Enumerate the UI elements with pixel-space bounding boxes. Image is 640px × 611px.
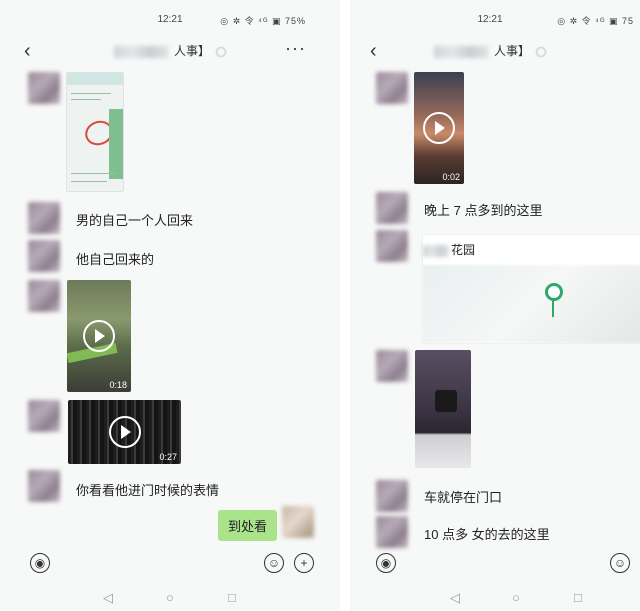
chat-title: 人事】 — [350, 42, 640, 59]
avatar[interactable] — [376, 516, 408, 548]
video-message[interactable]: 0:18 — [67, 280, 131, 392]
left-phone-screen: 12:21 ◎ ✲ 令 ⁴ᴳ ▣ 75% ‹ 人事】 ··· 男的自己一个人回来… — [0, 0, 340, 611]
more-options-button[interactable]: ··· — [285, 38, 306, 58]
message-text[interactable]: 车就停在门口 — [424, 487, 502, 506]
avatar[interactable] — [28, 240, 60, 272]
emoji-icon[interactable]: ☺ — [264, 553, 284, 573]
media-message[interactable] — [415, 350, 471, 468]
voice-input-icon[interactable]: ◉ — [30, 553, 50, 573]
location-map — [423, 265, 640, 343]
blurred-group-name — [433, 45, 488, 58]
video-message[interactable]: 0:27 — [68, 400, 181, 464]
video-duration: 0:02 — [442, 172, 460, 182]
input-bar: ◉ ☺ — [350, 553, 640, 583]
chat-header: ‹ 人事】 ··· — [0, 38, 340, 66]
map-green-area — [109, 109, 123, 179]
nav-home-icon[interactable]: ○ — [512, 590, 520, 605]
system-navbar: ◁ ○ □ — [0, 590, 340, 610]
nav-back-icon[interactable]: ◁ — [450, 590, 460, 606]
status-bar: 12:21 ◎ ✲ 令 ⁴ᴳ ▣ 75% — [0, 14, 340, 30]
video-duration: 0:27 — [159, 452, 177, 462]
avatar[interactable] — [376, 230, 408, 262]
mute-icon — [216, 46, 226, 57]
map-topbar — [67, 73, 123, 85]
avatar[interactable] — [28, 202, 60, 234]
location-message[interactable]: 花园 — [422, 234, 640, 344]
status-icons: ◎ ✲ 令 ⁴ᴳ ▣ 75% — [220, 16, 306, 26]
play-icon[interactable] — [108, 416, 141, 448]
input-bar: ◉ ☺ + — [0, 553, 340, 583]
nav-back-icon[interactable]: ◁ — [103, 590, 113, 606]
avatar[interactable] — [28, 72, 60, 104]
voice-input-icon[interactable]: ◉ — [376, 553, 396, 573]
avatar[interactable] — [376, 192, 408, 224]
map-line — [71, 181, 107, 182]
play-icon[interactable] — [83, 320, 115, 352]
status-bar: 12:21 ◎ ✲ 令 ⁴ᴳ ▣ 75 — [350, 14, 640, 30]
message-text[interactable]: 晚上 7 点多到的这里 — [424, 200, 542, 219]
video-duration: 0:18 — [109, 380, 127, 390]
blurred-group-name — [113, 45, 168, 58]
map-line — [71, 173, 115, 174]
message-text[interactable]: 10 点多 女的去的这里 — [424, 524, 550, 543]
add-icon[interactable]: + — [294, 553, 314, 573]
map-screenshot-image[interactable] — [66, 72, 124, 192]
message-text[interactable]: 他自己回来的 — [76, 249, 154, 268]
chat-title-suffix: 人事】 — [493, 44, 530, 58]
screenshot-divider — [340, 0, 350, 611]
map-line — [71, 93, 111, 94]
play-icon[interactable] — [423, 112, 455, 144]
blurred-location-prefix — [423, 244, 449, 257]
avatar[interactable] — [28, 470, 60, 502]
mute-icon — [536, 46, 546, 57]
location-name-suffix: 花园 — [451, 243, 476, 257]
nav-home-icon[interactable]: ○ — [166, 590, 174, 605]
chat-title-suffix: 人事】 — [173, 44, 210, 58]
avatar[interactable] — [28, 280, 60, 312]
message-text[interactable]: 男的自己一个人回来 — [76, 210, 193, 229]
media-frame-detail — [435, 390, 457, 412]
avatar[interactable] — [376, 350, 408, 382]
self-avatar[interactable] — [282, 506, 314, 538]
avatar[interactable] — [376, 480, 408, 512]
system-navbar: ◁ ○ □ — [350, 590, 640, 610]
location-name: 花园 — [423, 241, 475, 258]
right-phone-screen: 12:21 ◎ ✲ 令 ⁴ᴳ ▣ 75 ‹ 人事】 0:02 晚上 7 点多到的… — [350, 0, 640, 611]
avatar[interactable] — [376, 72, 408, 104]
status-icons: ◎ ✲ 令 ⁴ᴳ ▣ 75 — [557, 16, 634, 26]
message-text[interactable]: 你看看他进门时候的表情 — [76, 480, 219, 499]
avatar[interactable] — [28, 400, 60, 432]
nav-recent-icon[interactable]: □ — [228, 590, 236, 605]
emoji-icon[interactable]: ☺ — [610, 553, 630, 573]
video-message[interactable]: 0:02 — [414, 72, 464, 184]
chat-header: ‹ 人事】 — [350, 38, 640, 66]
map-line — [71, 99, 101, 100]
self-message-text[interactable]: 到处看 — [218, 510, 278, 541]
location-pin-stem — [552, 301, 554, 317]
location-pin-icon — [545, 283, 563, 301]
nav-recent-icon[interactable]: □ — [574, 590, 582, 605]
